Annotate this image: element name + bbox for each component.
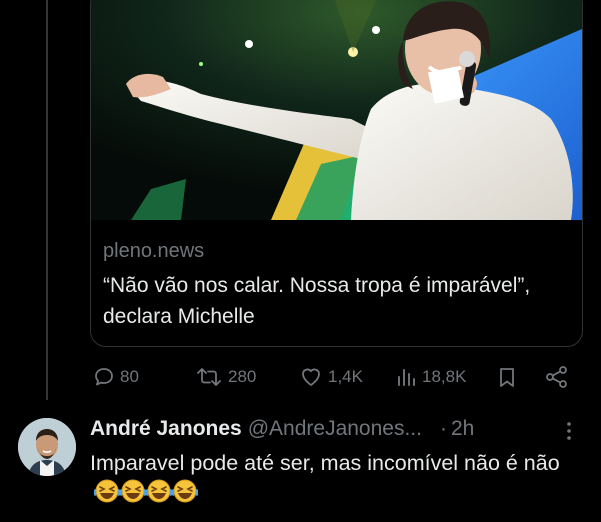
more-options-icon[interactable] xyxy=(562,420,576,442)
reply-text: Imparavel pode até ser, mas incomível nã… xyxy=(90,448,570,508)
laughing-emoji-icons xyxy=(94,478,198,504)
reply-icon xyxy=(92,365,116,389)
share-icon xyxy=(544,365,570,389)
views-button[interactable]: 18,8K xyxy=(394,362,466,392)
views-icon xyxy=(394,365,418,389)
link-preview-card[interactable]: pleno.news “Não vão nos calar. Nossa tro… xyxy=(90,0,583,347)
timestamp[interactable]: 2h xyxy=(451,417,474,441)
bookmark-button[interactable] xyxy=(495,362,519,392)
reply-body: Imparavel pode até ser, mas incomível nã… xyxy=(90,451,560,475)
reply-header: André Janones @AndreJanones... · 2h xyxy=(90,416,474,442)
separator-dot: · xyxy=(439,417,447,440)
views-count: 18,8K xyxy=(422,367,467,386)
author-name[interactable]: André Janones xyxy=(90,417,242,441)
repost-icon xyxy=(194,365,224,389)
avatar[interactable] xyxy=(18,418,76,476)
tweet-actions-bar: 80 280 1,4K 18,8K xyxy=(92,362,577,392)
card-domain[interactable]: pleno.news xyxy=(103,240,204,263)
card-image[interactable] xyxy=(91,0,582,220)
author-handle[interactable]: @AndreJanones... xyxy=(248,417,422,441)
reply-count: 80 xyxy=(120,367,139,386)
like-count: 1,4K xyxy=(328,367,363,386)
share-button[interactable] xyxy=(544,362,570,392)
repost-count: 280 xyxy=(228,367,257,386)
like-button[interactable]: 1,4K xyxy=(298,362,363,392)
card-headline[interactable]: “Não vão nos calar. Nossa tropa é impará… xyxy=(103,270,563,332)
like-icon xyxy=(298,365,324,389)
thread-connector-line xyxy=(46,0,48,400)
repost-button[interactable]: 280 xyxy=(194,362,256,392)
reply-button[interactable]: 80 xyxy=(92,362,139,392)
reply-tweet[interactable]: André Janones @AndreJanones... · 2h Impa… xyxy=(0,400,601,522)
bookmark-icon xyxy=(495,365,519,389)
